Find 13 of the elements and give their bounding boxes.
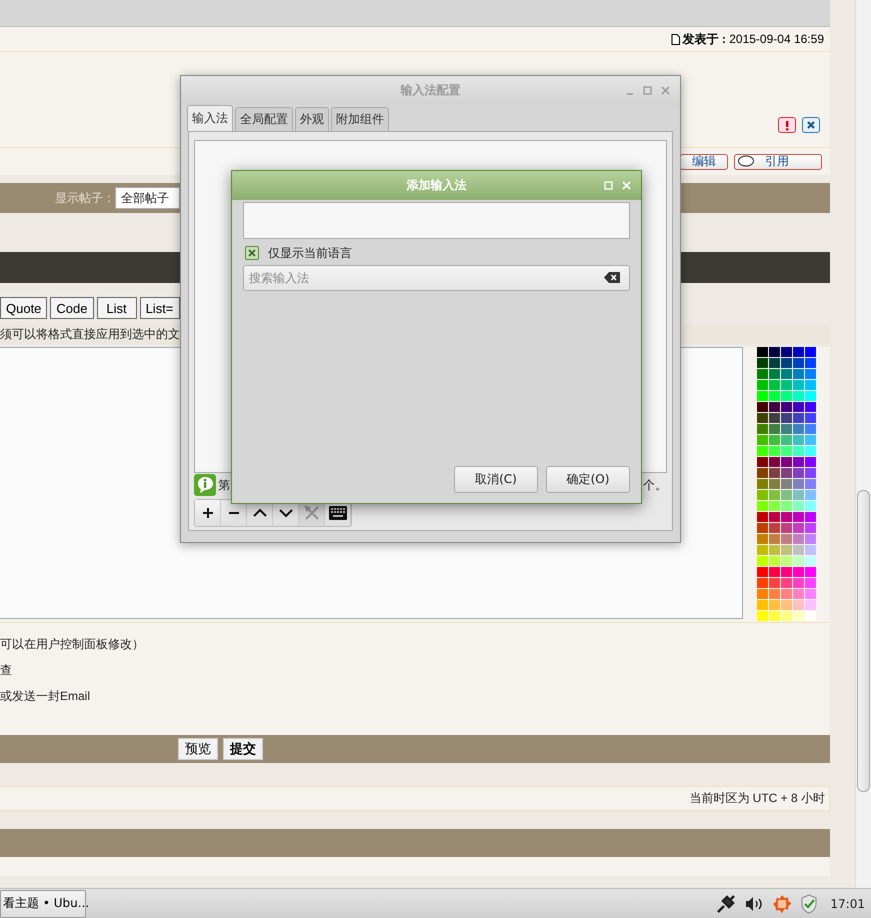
- option-text: 或发送一封Email: [0, 688, 92, 705]
- clock: 17:01: [830, 896, 865, 910]
- checkbox-label: 仅显示当前语言: [268, 244, 352, 262]
- window-title: 输入法配置: [400, 82, 460, 99]
- option-text: 可以在用户控制面板修改）: [0, 636, 145, 653]
- info-text: 个。: [643, 476, 667, 494]
- timezone-text: 当前时区为 UTC + 8 小时: [689, 790, 825, 807]
- post-date: 发表于 : 2015-09-04 16:59: [682, 30, 824, 48]
- dialog-title: 添加输入法: [406, 177, 466, 194]
- info-text: 第: [218, 476, 230, 494]
- filter-label: 显示帖子 :: [55, 190, 111, 206]
- format-hint: 须可以将格式直接应用到选中的文: [0, 326, 180, 342]
- option-text: 查: [0, 662, 13, 679]
